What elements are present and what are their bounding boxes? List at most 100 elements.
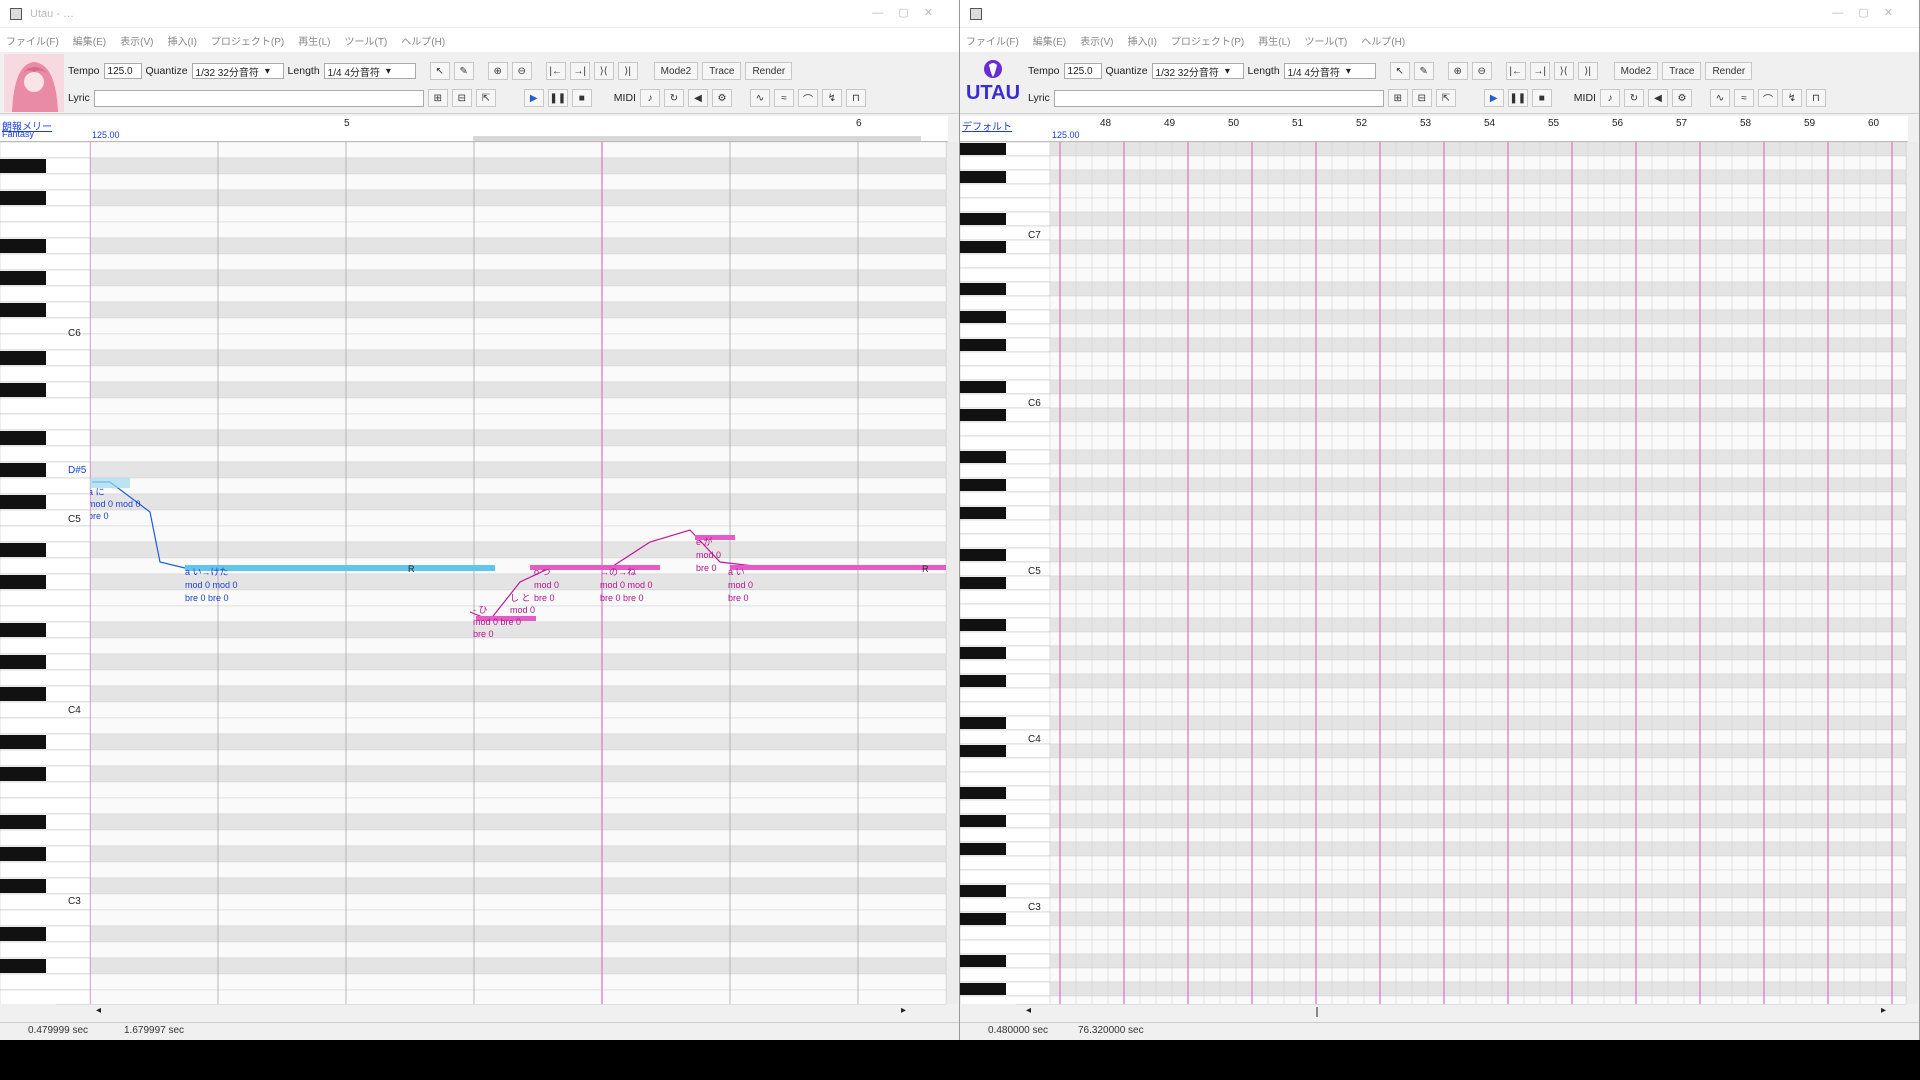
settings-button[interactable]: ⚙ — [711, 89, 732, 107]
scroll-left-icon[interactable]: ◂ — [1026, 1005, 1031, 1016]
flag-tool-button[interactable]: ⊓ — [1805, 89, 1826, 107]
render-button[interactable]: Render — [745, 62, 793, 80]
split-button[interactable]: ⟩⟨ — [593, 62, 614, 80]
note-label[interactable]: a い→けた mod 0 mod 0 bre 0 bre 0 — [185, 566, 238, 605]
lyric-input[interactable] — [1053, 89, 1384, 107]
go-start-button[interactable]: |← — [545, 62, 566, 80]
quantize-select[interactable]: 1/32 32分音符 ▾ — [1151, 63, 1244, 79]
select-button[interactable]: ⇱ — [475, 89, 496, 107]
note-label[interactable]: R — [922, 564, 929, 574]
window-controls[interactable]: — ▢ ✕ — [1832, 6, 1899, 19]
render-button[interactable]: Render — [1705, 62, 1753, 80]
pause-button[interactable]: ❚❚ — [547, 89, 568, 107]
tempo-input[interactable]: 125.0 — [1063, 63, 1102, 79]
mode2-button[interactable]: Mode2 — [1613, 62, 1659, 80]
scroll-left-icon[interactable]: ◂ — [96, 1005, 101, 1016]
length-select[interactable]: 1/4 4分音符 ▾ — [323, 63, 416, 79]
insert-button[interactable]: ⊞ — [1387, 89, 1408, 107]
length-select[interactable]: 1/4 4分音符 ▾ — [1283, 63, 1376, 79]
flag-tool-button[interactable]: ⊓ — [845, 89, 866, 107]
stop-button[interactable]: ■ — [1531, 89, 1552, 107]
menu-file[interactable]: ファイル(F) — [6, 33, 59, 48]
note-label[interactable]: →の→ね mod 0 mod 0 bre 0 bre 0 — [600, 566, 653, 605]
menu-project[interactable]: プロジェクト(P) — [1171, 33, 1244, 48]
select-button[interactable]: ⇱ — [1435, 89, 1456, 107]
menu-play[interactable]: 再生(L) — [298, 33, 330, 48]
note-label[interactable]: a にmod 0 mod 0bre 0 — [90, 486, 141, 522]
portamento-tool-button[interactable]: ↯ — [1781, 89, 1802, 107]
scroll-thumb[interactable] — [1316, 1007, 1318, 1017]
menu-project[interactable]: プロジェクト(P) — [211, 33, 284, 48]
window-controls[interactable]: — ▢ ✕ — [872, 6, 939, 19]
note-label[interactable]: o つ mod 0 bre 0 — [534, 566, 559, 605]
left-measure-ruler[interactable]: 朗報メリー Fantasy 125.00 5 6 — [0, 116, 948, 142]
metronome-button[interactable]: ♪ — [639, 89, 660, 107]
right-piano-keyboard[interactable]: C7 C6 C5 C4 C3 — [960, 141, 1051, 1011]
pencil-tool-button[interactable]: ✎ — [453, 62, 474, 80]
menu-help[interactable]: ヘルプ(H) — [401, 33, 445, 48]
trace-button[interactable]: Trace — [1662, 62, 1702, 80]
left-note-grid[interactable]: a にmod 0 mod 0bre 0 a い→けたmod 0 mod 0bre… — [90, 142, 946, 1004]
vibrato-tool-button[interactable]: ≈ — [773, 89, 794, 107]
note-label[interactable]: e が mod 0 bre 0 — [696, 536, 721, 575]
pitch-tool-button[interactable]: ∿ — [1709, 89, 1730, 107]
trace-button[interactable]: Trace — [702, 62, 742, 80]
zoom-out-button[interactable]: ⊖ — [511, 62, 532, 80]
menu-file[interactable]: ファイル(F) — [966, 33, 1019, 48]
go-end-button[interactable]: →| — [1529, 62, 1550, 80]
join-button[interactable]: ⟩| — [1577, 62, 1598, 80]
cursor-tool-button[interactable]: ↖ — [429, 62, 450, 80]
insert-button[interactable]: ⊞ — [427, 89, 448, 107]
zoom-in-button[interactable]: ⊕ — [1447, 62, 1468, 80]
settings-button[interactable]: ⚙ — [1671, 89, 1692, 107]
lyric-input[interactable] — [93, 89, 424, 107]
speaker-button[interactable]: ◀ — [1647, 89, 1668, 107]
quantize-select[interactable]: 1/32 32分音符 ▾ — [191, 63, 284, 79]
mode2-button[interactable]: Mode2 — [653, 62, 699, 80]
note-label[interactable]: a い mod 0 bre 0 — [728, 566, 753, 605]
cursor-tool-button[interactable]: ↖ — [1389, 62, 1410, 80]
menu-insert[interactable]: 挿入(I) — [1127, 33, 1156, 48]
menu-edit[interactable]: 編集(E) — [73, 33, 106, 48]
pause-button[interactable]: ❚❚ — [1507, 89, 1528, 107]
join-button[interactable]: ⟩| — [617, 62, 638, 80]
loop-button[interactable]: ↻ — [1623, 89, 1644, 107]
left-vertical-scrollbar[interactable] — [946, 142, 958, 1004]
delete-button[interactable]: ⊟ — [451, 89, 472, 107]
stop-button[interactable]: ■ — [571, 89, 592, 107]
right-measure-ruler[interactable]: デフォルト 125.00 48 49 50 51 52 53 54 55 56 57 58 59 60 — [960, 116, 1908, 142]
note-label[interactable]: し と mod 0 — [510, 592, 535, 616]
selection-range-bar[interactable] — [473, 136, 921, 141]
go-start-button[interactable]: |← — [1505, 62, 1526, 80]
right-horizontal-scrollbar[interactable]: ◂ ▸ — [1016, 1004, 1906, 1018]
singer-avatar[interactable] — [4, 54, 64, 112]
right-vertical-scrollbar[interactable] — [1906, 142, 1918, 1004]
delete-button[interactable]: ⊟ — [1411, 89, 1432, 107]
right-note-grid[interactable] — [1050, 142, 1906, 1004]
zoom-out-button[interactable]: ⊖ — [1471, 62, 1492, 80]
scroll-right-icon[interactable]: ▸ — [901, 1005, 906, 1016]
speaker-button[interactable]: ◀ — [687, 89, 708, 107]
menu-play[interactable]: 再生(L) — [1258, 33, 1290, 48]
go-end-button[interactable]: →| — [569, 62, 590, 80]
zoom-in-button[interactable]: ⊕ — [487, 62, 508, 80]
menu-tools[interactable]: ツール(T) — [345, 33, 388, 48]
left-piano-keyboard[interactable]: C6 D#5 C5 C4 C3 — [0, 141, 91, 1007]
play-button[interactable]: ▶ — [523, 89, 544, 107]
loop-button[interactable]: ↻ — [663, 89, 684, 107]
menu-view[interactable]: 表示(V) — [120, 33, 153, 48]
envelope-tool-button[interactable]: ⌒ — [1757, 89, 1778, 107]
note-label[interactable]: R — [408, 564, 415, 574]
menu-insert[interactable]: 挿入(I) — [167, 33, 196, 48]
play-button[interactable]: ▶ — [1483, 89, 1504, 107]
menu-tools[interactable]: ツール(T) — [1305, 33, 1348, 48]
menu-view[interactable]: 表示(V) — [1080, 33, 1113, 48]
metronome-button[interactable]: ♪ — [1599, 89, 1620, 107]
scroll-right-icon[interactable]: ▸ — [1881, 1005, 1886, 1016]
piano-keys[interactable] — [0, 141, 91, 1007]
envelope-tool-button[interactable]: ⌒ — [797, 89, 818, 107]
left-horizontal-scrollbar[interactable]: ◂ ▸ — [56, 1004, 946, 1018]
split-button[interactable]: ⟩⟨ — [1553, 62, 1574, 80]
menu-edit[interactable]: 編集(E) — [1033, 33, 1066, 48]
vibrato-tool-button[interactable]: ≈ — [1733, 89, 1754, 107]
